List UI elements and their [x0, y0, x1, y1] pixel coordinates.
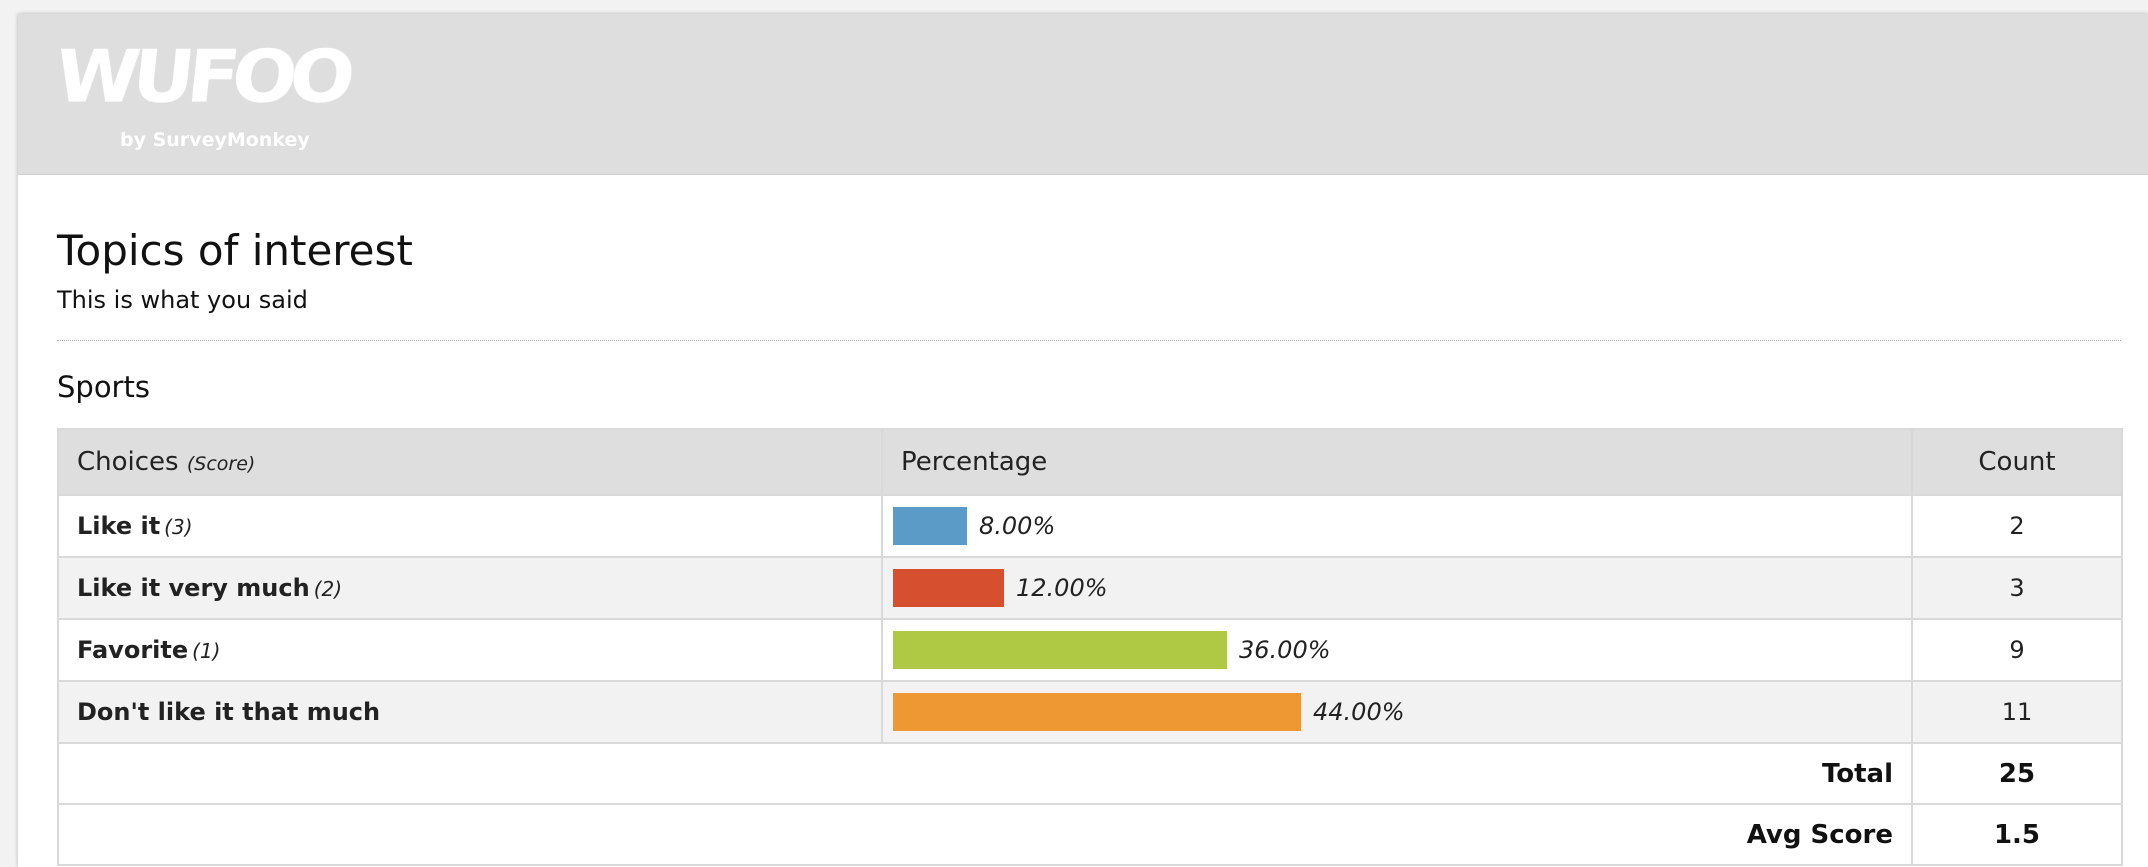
- results-rows: Like it (3) 8.00% 2 Like it very much (2) …: [57, 494, 2123, 744]
- choices-column-header: Choices (Score): [57, 428, 883, 496]
- percentage-label: 8.00%: [979, 512, 1056, 540]
- choice-cell: Like it (3): [57, 494, 883, 558]
- percentage-label: 36.00%: [1239, 636, 1331, 664]
- percentage-column-header: Percentage: [881, 428, 1913, 496]
- choice-score: (3): [164, 515, 193, 539]
- percentage-bar: [893, 631, 1227, 669]
- percentage-cell: 12.00%: [881, 556, 1913, 620]
- percentage-cell: 44.00%: [881, 680, 1913, 744]
- percentage-cell: 36.00%: [881, 618, 1913, 682]
- percentage-label: 12.00%: [1016, 574, 1108, 602]
- percentage-bar: [893, 569, 1004, 607]
- table-row: Like it (3) 8.00% 2: [57, 494, 2123, 558]
- table-row: Like it very much (2) 12.00% 3: [57, 556, 2123, 620]
- avg-score-row: Avg Score 1.5: [57, 803, 2123, 866]
- choice-label: Favorite: [77, 636, 189, 664]
- percentage-bar: [893, 693, 1301, 731]
- choice-score: (2): [313, 577, 343, 601]
- total-value: 25: [1911, 742, 2123, 805]
- table-header-row: Choices (Score) Percentage Count: [57, 428, 2123, 496]
- count-cell: 9: [1911, 618, 2123, 682]
- choice-cell: Like it very much (2): [57, 556, 883, 620]
- page-subtitle: This is what you said: [57, 286, 308, 314]
- total-label: Total: [57, 742, 1913, 805]
- count-cell: 3: [1911, 556, 2123, 620]
- table-row: Don't like it that much 44.00% 11: [57, 680, 2123, 744]
- choice-label: Like it very much: [77, 574, 310, 602]
- percentage-bar: [893, 507, 967, 545]
- choice-score: (1): [192, 639, 221, 663]
- count-column-header: Count: [1911, 428, 2123, 496]
- wufoo-logo[interactable]: WUFOO by SurveyMonkey: [52, 34, 353, 159]
- total-row: Total 25: [57, 742, 2123, 805]
- divider: [57, 340, 2121, 341]
- score-header-note: (Score): [186, 453, 256, 475]
- results-table: Choices (Score) Percentage Count Like it…: [57, 428, 2123, 866]
- header-bar: WUFOO by SurveyMonkey: [18, 14, 2148, 175]
- logo-tagline: by SurveyMonkey: [120, 129, 310, 151]
- percentage-cell: 8.00%: [881, 494, 1913, 558]
- choice-label: Don't like it that much: [77, 698, 381, 726]
- percentage-label: 44.00%: [1313, 698, 1405, 726]
- avg-score-label: Avg Score: [57, 803, 1913, 866]
- table-row: Favorite (1) 36.00% 9: [57, 618, 2123, 682]
- avg-score-value: 1.5: [1911, 803, 2123, 866]
- count-cell: 11: [1911, 680, 2123, 744]
- choice-label: Like it: [77, 512, 161, 540]
- report-page: WUFOO by SurveyMonkey Topics of interest…: [18, 14, 2148, 867]
- question-title: Sports: [57, 370, 150, 404]
- logo-wordmark: WUFOO: [51, 34, 353, 119]
- choices-header-label: Choices: [77, 447, 179, 477]
- count-cell: 2: [1911, 494, 2123, 558]
- choice-cell: Don't like it that much: [57, 680, 883, 744]
- choice-cell: Favorite (1): [57, 618, 883, 682]
- page-title: Topics of interest: [57, 226, 413, 275]
